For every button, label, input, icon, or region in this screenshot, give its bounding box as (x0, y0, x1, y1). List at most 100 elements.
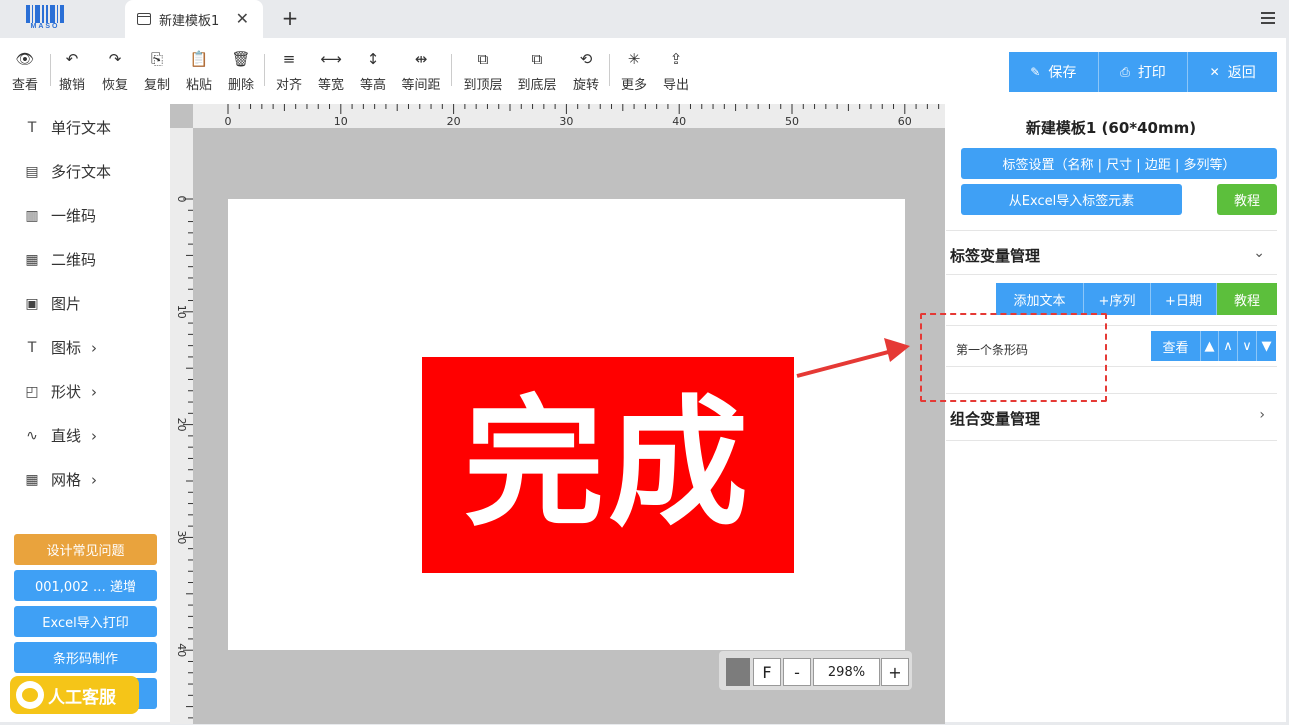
customer-service-button[interactable]: 人工客服 (10, 676, 139, 714)
chevron-right-icon: › (91, 426, 98, 445)
grid-icon: ▦ (25, 471, 39, 488)
palette-item-label: 直线 (51, 427, 82, 445)
palette-item-shape[interactable]: ◰ 形状 › (24, 381, 97, 402)
new-tab-button[interactable]: + (280, 6, 300, 30)
tool-rotate[interactable]: ⟲ 旋转 (564, 48, 608, 93)
tool-more[interactable]: ✳ 更多 (612, 48, 656, 93)
zoom-in-button[interactable]: + (881, 658, 909, 686)
help-button[interactable]: Excel导入打印 (14, 606, 157, 637)
chevron-down-icon[interactable]: ⌄ (1253, 245, 1265, 261)
move-down-icon[interactable]: ∨ (1238, 331, 1257, 361)
icon-icon: T (27, 339, 37, 356)
tool-label: 复制 (143, 78, 170, 93)
move-bottom-icon[interactable]: ▼ (1257, 331, 1276, 361)
tool-label: 更多 (620, 78, 647, 93)
add-sequence-button[interactable]: +序列 (1084, 283, 1151, 315)
top-action-buttons: ✎ 保存 ⎙ 打印 ✕ 返回 (1009, 52, 1278, 92)
chevron-right-icon: › (91, 338, 98, 357)
help-button[interactable]: 001,002 … 递增 (14, 570, 157, 601)
font-button[interactable]: F (753, 658, 781, 686)
help-button[interactable]: 条形码制作 (14, 642, 157, 673)
palette-item-label: 形状 (51, 383, 82, 401)
chevron-right-icon: › (91, 470, 98, 489)
tool-redo[interactable]: ↷ 恢复 (93, 48, 137, 93)
tool-eye[interactable]: 👁 查看 (3, 48, 47, 93)
ruler-left-label: 20 (175, 418, 188, 432)
zoom-out-button[interactable]: - (783, 658, 811, 686)
close-tab-icon[interactable]: ✕ (236, 9, 249, 28)
text-icon: T (27, 119, 37, 136)
tool-copy[interactable]: ⎘ 复制 (135, 48, 179, 93)
tool-label: 等宽 (317, 78, 344, 93)
ruler-corner (170, 104, 193, 128)
palette-item-barcode[interactable]: ▥ 一维码 (24, 205, 96, 226)
move-up-icon[interactable]: ∧ (1219, 331, 1238, 361)
ruler-vertical: 0 10 20 30 40 (170, 128, 193, 724)
paste-icon: 📋 (189, 50, 209, 68)
ruler-top-label: 30 (559, 115, 573, 128)
rotate-icon: ⟲ (579, 50, 593, 68)
help-button[interactable]: 设计常见问题 (14, 534, 157, 565)
palette-item-image[interactable]: ▣ 图片 (24, 293, 81, 314)
ruler-horizontal: 0 10 20 30 40 50 60 (193, 104, 945, 128)
section-title: 组合变量管理 (950, 410, 1041, 428)
highlight-dashed-box (920, 313, 1107, 402)
palette-item-label: 一维码 (51, 207, 97, 225)
section-title: 标签变量管理 (950, 247, 1041, 265)
move-top-icon[interactable]: ▲ (1201, 331, 1219, 361)
export-icon: ⇪ (669, 50, 683, 68)
palette-item-grid[interactable]: ▦ 网格 › (24, 469, 97, 490)
tool-equal-spacing[interactable]: ⇹ 等间距 (399, 48, 443, 93)
tool-trash[interactable]: 🗑 删除 (219, 48, 263, 93)
tool-paste[interactable]: 📋 粘贴 (177, 48, 221, 93)
print-button[interactable]: ⎙ 打印 (1098, 52, 1189, 92)
tutorial-button[interactable]: 教程 (1217, 184, 1277, 215)
tool-label: 等间距 (401, 78, 441, 93)
maso-logo: MASO (24, 5, 66, 31)
eye-icon: 👁 (15, 50, 35, 68)
add-text-button[interactable]: 添加文本 (996, 283, 1084, 315)
excel-import-elements-button[interactable]: 从Excel导入标签元素 (961, 184, 1182, 215)
back-button[interactable]: ✕ 返回 (1188, 52, 1278, 92)
menu-icon[interactable] (1261, 12, 1275, 24)
palette-item-multiline-text[interactable]: ▤ 多行文本 (24, 161, 111, 182)
redo-icon: ↷ (108, 50, 122, 68)
shape-icon: ◰ (25, 383, 39, 400)
chevron-right-icon[interactable]: › (1259, 407, 1265, 423)
background-color-swatch[interactable] (726, 658, 750, 686)
multiline-text-icon: ▤ (25, 163, 39, 180)
tab-title: 新建模板1 (159, 13, 220, 29)
trash-icon: 🗑 (231, 50, 251, 68)
tool-label: 到底层 (517, 78, 557, 93)
tool-undo[interactable]: ↶ 撤销 (50, 48, 94, 93)
tool-bring-front[interactable]: ⧉ 到顶层 (461, 48, 505, 93)
tab-bar: MASO 新建模板1 ✕ + (0, 0, 1289, 38)
add-date-button[interactable]: +日期 (1151, 283, 1217, 315)
save-button[interactable]: ✎ 保存 (1009, 52, 1099, 92)
tool-export[interactable]: ⇪ 导出 (654, 48, 698, 93)
align-icon: ≡ (282, 50, 296, 68)
tool-align[interactable]: ≡ 对齐 (267, 48, 311, 93)
tab-template-1[interactable]: 新建模板1 ✕ (125, 0, 263, 38)
text-element-done[interactable]: 完成 (422, 357, 794, 573)
zoom-controls: F - 298% + (719, 651, 912, 690)
label-settings-button[interactable]: 标签设置（名称 | 尺寸 | 边距 | 多列等） (961, 148, 1277, 179)
bring-front-icon: ⧉ (477, 50, 489, 68)
ruler-top-label: 50 (785, 115, 799, 128)
tool-equal-height[interactable]: ↕ 等高 (351, 48, 395, 93)
line-icon: ∿ (26, 427, 38, 444)
palette-item-icon[interactable]: T 图标 › (24, 337, 97, 358)
palette-item-qrcode[interactable]: ▦ 二维码 (24, 249, 96, 270)
ruler-left-label: 0 (175, 196, 188, 203)
palette-item-label: 网格 (51, 471, 82, 489)
label-variable-section[interactable]: 标签变量管理 ⌄ (946, 230, 1277, 275)
variable-tutorial-button[interactable]: 教程 (1217, 283, 1277, 315)
palette-item-line[interactable]: ∿ 直线 › (24, 425, 97, 446)
view-variable-button[interactable]: 查看 (1151, 331, 1201, 361)
printer-icon: ⎙ (1120, 64, 1130, 79)
tool-send-back[interactable]: ⧉ 到底层 (515, 48, 559, 93)
tool-equal-width[interactable]: ⟷ 等宽 (309, 48, 353, 93)
tool-label: 撤销 (58, 78, 85, 93)
palette-item-text[interactable]: T 单行文本 (24, 117, 111, 138)
ruler-top-label: 20 (447, 115, 461, 128)
